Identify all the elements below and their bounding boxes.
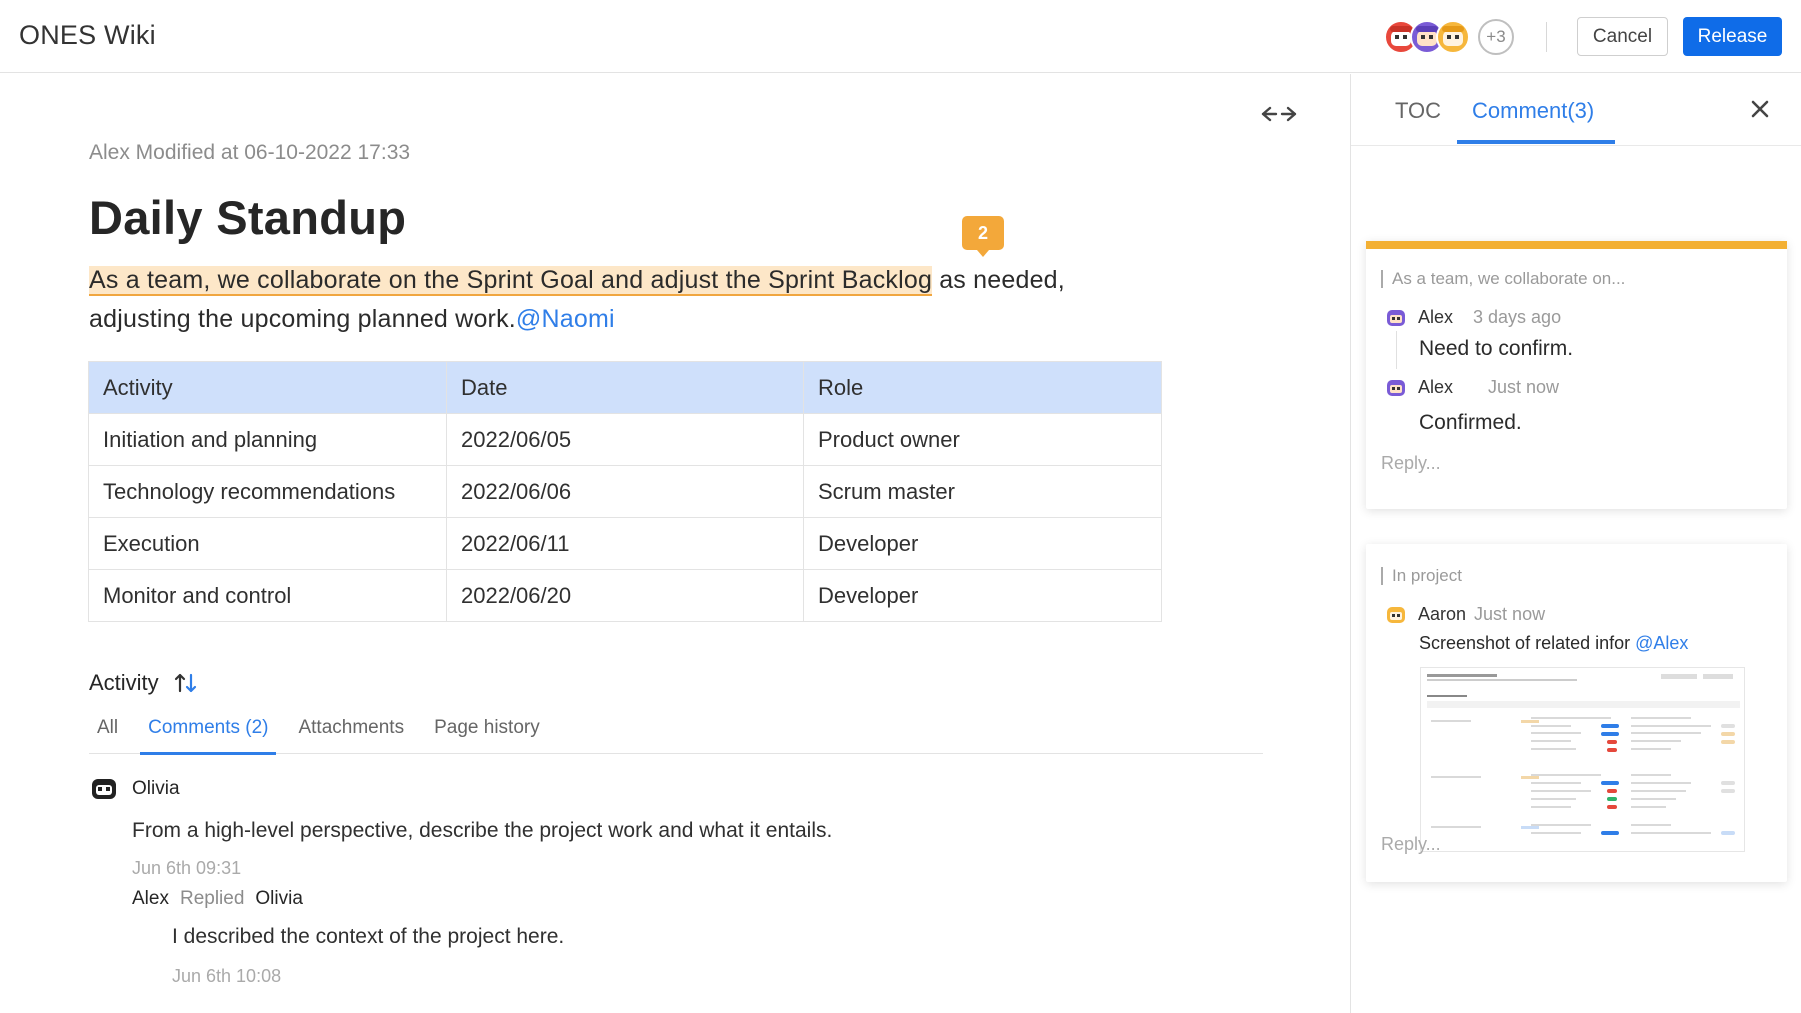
activity-title: Activity [89, 670, 159, 695]
side-panel: TOC Comment(3) As a team, we collaborate… [1350, 74, 1801, 1013]
table-header-cell: Activity [88, 361, 447, 414]
quoted-text: As a team, we collaborate on... [1381, 270, 1625, 288]
avatar [1387, 379, 1405, 396]
table-row: Initiation and planning 2022/06/05 Produ… [88, 413, 1162, 466]
tab-attachments[interactable]: Attachments [290, 710, 412, 754]
comment-time: 3 days ago [1473, 307, 1562, 327]
reply-time: Jun 6th 10:08 [172, 966, 282, 986]
comment-text: From a high-level perspective, describe … [132, 819, 833, 842]
document-area: Alex Modified at 06-10-2022 17:33 Daily … [0, 74, 1350, 1013]
comment-author[interactable]: Alex [1418, 377, 1453, 398]
reply-verb: Replied [179, 888, 245, 909]
reply-text: I described the context of the project h… [172, 925, 565, 948]
cancel-button[interactable]: Cancel [1577, 17, 1668, 56]
document-paragraph: As a team, we collaborate on the Sprint … [89, 261, 1149, 339]
mention-link[interactable]: @Alex [1635, 633, 1688, 653]
comment-header: Aaron Just now [1386, 604, 1545, 625]
sort-icon[interactable] [173, 671, 199, 695]
panel-tabs: TOC Comment(3) [1351, 74, 1801, 146]
paragraph-text: as needed, [932, 266, 1065, 294]
active-tab-indicator [1457, 140, 1615, 144]
more-collaborators-badge[interactable]: +3 [1478, 19, 1514, 55]
divider [1546, 22, 1547, 52]
tab-comments[interactable]: Comments (2) [140, 710, 277, 755]
table-header-cell: Role [803, 361, 1162, 414]
app-title: ONES Wiki [19, 20, 156, 50]
table-cell: Scrum master [803, 465, 1162, 518]
quoted-text: In project [1381, 567, 1462, 585]
reply-input[interactable] [1381, 834, 1761, 855]
table-header-row: Activity Date Role [88, 361, 1162, 414]
table-cell: Developer [803, 569, 1162, 622]
avatar [1387, 309, 1405, 326]
close-icon[interactable] [1745, 94, 1775, 124]
table-row: Execution 2022/06/11 Developer [88, 517, 1162, 570]
inline-comment-badge[interactable]: 2 [962, 216, 1004, 257]
table-header-cell: Date [446, 361, 804, 414]
comment-text: Need to confirm. [1419, 337, 1574, 360]
table-cell: 2022/06/20 [446, 569, 804, 622]
comment-author[interactable]: Olivia [132, 778, 180, 800]
expand-width-icon[interactable] [1261, 104, 1297, 124]
table-cell: Developer [803, 517, 1162, 570]
avatar [92, 779, 116, 799]
table-cell: 2022/06/05 [446, 413, 804, 466]
comment-time: Just now [1488, 377, 1560, 397]
reply-input[interactable] [1381, 453, 1761, 474]
comment-header: Alex Just now [1386, 377, 1559, 398]
release-button[interactable]: Release [1683, 17, 1782, 56]
attached-screenshot[interactable] [1420, 667, 1745, 852]
avatar [1387, 606, 1405, 623]
comment-text: Screenshot of related infor @Alex [1419, 633, 1688, 654]
modified-meta: Alex Modified at 06-10-2022 17:33 [89, 141, 411, 164]
table-cell: Execution [88, 517, 447, 570]
paragraph-text: adjusting the upcoming planned work. [89, 305, 516, 333]
comment-header: Olivia [91, 776, 180, 802]
top-bar: ONES Wiki +3 Cancel Release [0, 0, 1801, 73]
table-cell: 2022/06/06 [446, 465, 804, 518]
comment-author[interactable]: Aaron [1418, 604, 1466, 625]
comment-text: Confirmed. [1419, 411, 1522, 434]
comment-header: Alex 3 days ago [1386, 307, 1561, 328]
reply-header: Alex Replied Olivia [132, 888, 303, 910]
table-cell: 2022/06/11 [446, 517, 804, 570]
collaborator-avatars[interactable]: +3 [1384, 18, 1514, 56]
reply-target[interactable]: Olivia [255, 888, 303, 910]
active-card-bar [1366, 241, 1787, 249]
comment-text-body: Screenshot of related infor [1419, 633, 1636, 653]
tab-toc[interactable]: TOC [1395, 98, 1441, 124]
comment-time: Just now [1474, 604, 1546, 624]
tab-all[interactable]: All [89, 710, 126, 754]
mention-link[interactable]: @Naomi [516, 305, 615, 333]
comment-author[interactable]: Alex [1418, 307, 1453, 328]
thread-line [1396, 331, 1397, 369]
table-cell: Monitor and control [88, 569, 447, 622]
table-row: Technology recommendations 2022/06/06 Sc… [88, 465, 1162, 518]
avatar[interactable] [1436, 20, 1470, 54]
table-cell: Technology recommendations [88, 465, 447, 518]
tab-page-history[interactable]: Page history [426, 710, 548, 754]
activity-heading: Activity [89, 670, 199, 696]
table-row: Monitor and control 2022/06/20 Developer [88, 569, 1162, 622]
tab-comment[interactable]: Comment(3) [1472, 98, 1594, 124]
activity-table: Activity Date Role Initiation and planni… [88, 361, 1162, 622]
reply-author[interactable]: Alex [132, 888, 169, 910]
table-cell: Product owner [803, 413, 1162, 466]
page-title: Daily Standup [89, 191, 407, 244]
activity-tabs: All Comments (2) Attachments Page histor… [89, 710, 1263, 755]
comment-time: Jun 6th 09:31 [132, 858, 242, 878]
table-cell: Initiation and planning [88, 413, 447, 466]
comment-card[interactable]: As a team, we collaborate on... Alex 3 d… [1366, 241, 1787, 509]
commented-highlight[interactable]: As a team, we collaborate on the Sprint … [89, 266, 933, 296]
comment-card[interactable]: In project Aaron Just now Screenshot of … [1366, 544, 1787, 882]
